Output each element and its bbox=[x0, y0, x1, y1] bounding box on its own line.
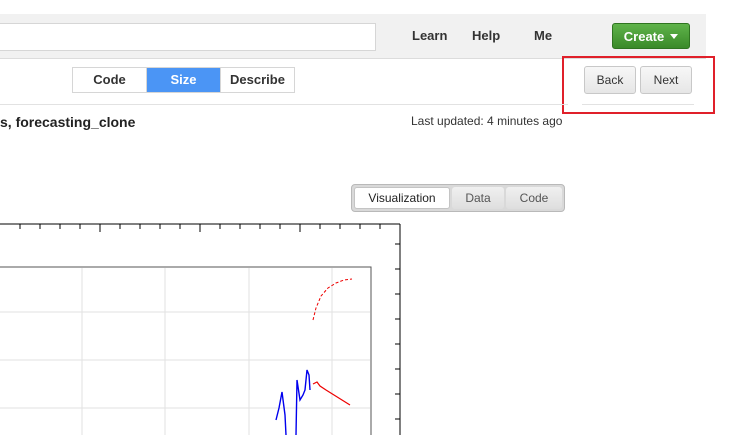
mode-tabs: Code Size Describe bbox=[72, 67, 295, 93]
inner-plot-area bbox=[0, 266, 372, 440]
chevron-down-icon bbox=[670, 33, 679, 39]
nav-learn-link[interactable]: Learn bbox=[412, 14, 447, 58]
view-tabs: Visualization Data Code bbox=[351, 184, 565, 212]
create-button-label: Create bbox=[623, 28, 665, 44]
gridlines bbox=[0, 268, 370, 435]
highlight-box bbox=[562, 56, 715, 114]
last-updated-text: Last updated: 4 minutes ago bbox=[411, 114, 563, 128]
page-title: s, forecasting_clone bbox=[0, 114, 136, 130]
visualization-plot bbox=[0, 220, 404, 440]
outer-ticks-right bbox=[395, 243, 400, 420]
divider bbox=[582, 104, 694, 105]
search-input[interactable] bbox=[0, 23, 376, 51]
nav-help-link[interactable]: Help bbox=[472, 14, 500, 58]
tab-code[interactable]: Code bbox=[73, 68, 147, 92]
plot-svg bbox=[0, 223, 401, 440]
nav-me-link[interactable]: Me bbox=[534, 14, 552, 58]
create-button[interactable]: Create bbox=[612, 23, 690, 49]
actual-series-line bbox=[275, 369, 311, 436]
tab-size[interactable]: Size bbox=[147, 68, 221, 92]
tab-visualization[interactable]: Visualization bbox=[354, 187, 450, 209]
tab-data[interactable]: Data bbox=[452, 187, 504, 209]
tab-code-view[interactable]: Code bbox=[506, 187, 562, 209]
top-nav-bar: Learn Help Me Create bbox=[0, 14, 706, 59]
outer-ticks-top bbox=[19, 224, 381, 232]
divider bbox=[0, 104, 568, 105]
tab-describe[interactable]: Describe bbox=[221, 68, 294, 92]
